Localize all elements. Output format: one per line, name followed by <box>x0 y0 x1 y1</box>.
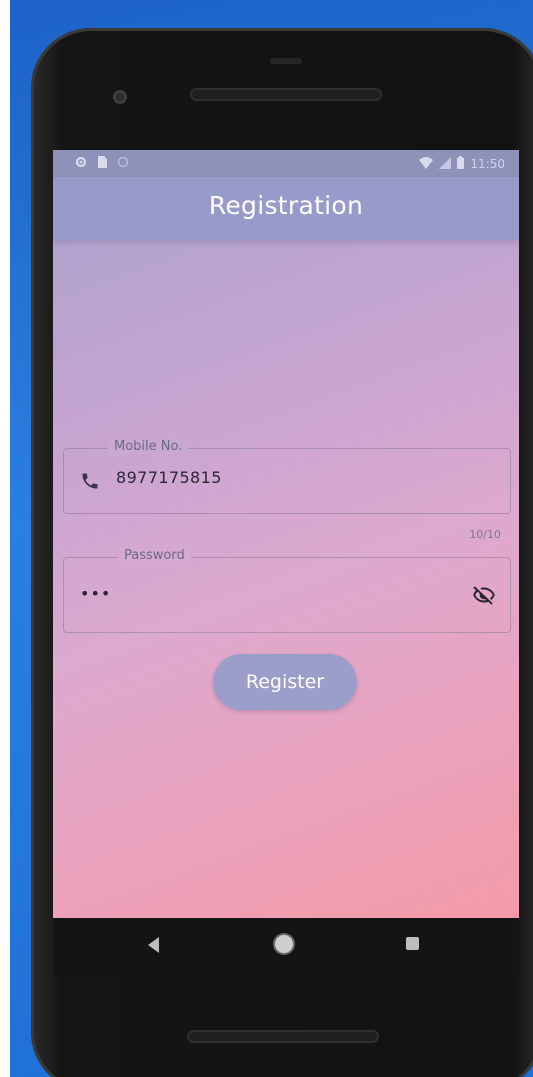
page-title: Registration <box>208 191 364 220</box>
app-screen: 11:50 Registration Mobile No. 8977175815… <box>53 150 519 918</box>
earpiece <box>270 58 302 64</box>
battery-icon <box>457 156 465 172</box>
bottom-speaker <box>187 1030 379 1043</box>
settings-icon <box>75 156 87 171</box>
mobile-field-label: Mobile No. <box>108 439 189 454</box>
back-icon[interactable] <box>148 937 159 953</box>
status-right-icons: 11:50 <box>419 156 505 172</box>
top-speaker <box>190 88 382 101</box>
front-camera-icon <box>113 90 127 104</box>
character-counter: 10/10 <box>469 528 501 541</box>
sim-card-icon <box>97 156 107 171</box>
mobile-number-field[interactable]: Mobile No. 8977175815 <box>63 439 511 514</box>
visibility-off-icon[interactable] <box>472 583 496 607</box>
circle-icon <box>117 156 129 171</box>
wifi-icon <box>419 156 434 172</box>
password-input[interactable]: ••• <box>80 584 111 603</box>
phone-icon <box>80 471 100 491</box>
mobile-input[interactable]: 8977175815 <box>116 468 222 487</box>
status-bar: 11:50 <box>53 150 519 177</box>
register-button[interactable]: Register <box>213 654 357 710</box>
android-nav-bar <box>53 918 519 976</box>
recent-apps-icon[interactable] <box>406 937 419 950</box>
app-bar: Registration <box>53 177 519 240</box>
signal-icon <box>439 156 452 172</box>
password-field-label: Password <box>118 548 191 563</box>
password-field[interactable]: Password ••• <box>63 548 511 633</box>
home-icon[interactable] <box>275 935 293 953</box>
status-time: 11:50 <box>470 157 505 171</box>
status-left-icons <box>75 156 129 171</box>
